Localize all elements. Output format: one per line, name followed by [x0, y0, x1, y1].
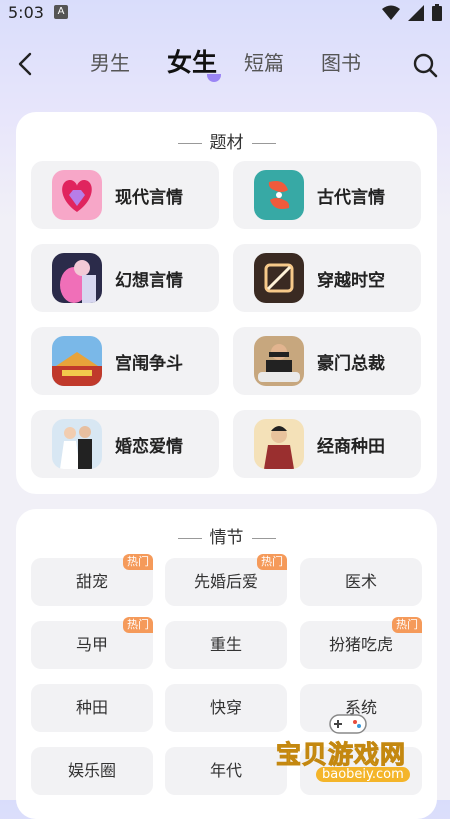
merchant-icon	[254, 419, 304, 469]
plot-tag[interactable]: 甜宠 热门	[31, 554, 153, 606]
topic-label: 豪门总裁	[317, 354, 385, 374]
plot-tag[interactable]: 扮猪吃虎 热门	[300, 617, 422, 669]
plot-tag[interactable]: 娱乐圈	[31, 747, 153, 795]
status-bar: 5:03 A	[0, 0, 450, 28]
tab-female[interactable]: 女生	[167, 46, 244, 82]
plot-tag[interactable]: 先婚后爱 热门	[165, 554, 287, 606]
plot-tag-label: 甜宠	[75, 572, 108, 591]
topic-rich-ceo[interactable]: 豪门总裁	[233, 327, 421, 395]
plot-tag-label: 医术	[344, 572, 377, 591]
watermark-text: 宝贝游戏网	[275, 740, 407, 770]
watermark-url: baobeiy.com	[316, 767, 410, 782]
wedding-couple-icon	[52, 419, 102, 469]
plot-tag[interactable]: 重生	[165, 621, 287, 669]
site-watermark: 宝贝游戏网 baobeiy.com	[270, 705, 450, 800]
plot-tag-label: 快穿	[209, 698, 242, 717]
time-portal-icon	[254, 253, 304, 303]
tab-label: 男生	[90, 51, 130, 75]
plot-tag-label: 马甲	[75, 635, 108, 654]
topic-business-farming[interactable]: 经商种田	[233, 410, 421, 478]
plot-tag[interactable]: 医术	[300, 558, 422, 606]
topics-title-text: 题材	[209, 133, 244, 153]
topic-marriage-love[interactable]: 婚恋爱情	[31, 410, 219, 478]
topic-label: 现代言情	[115, 188, 183, 208]
top-nav: 男生 女生 短篇 图书	[0, 40, 450, 90]
tab-label: 短篇	[244, 51, 284, 75]
plot-tag-label: 重生	[209, 635, 242, 654]
hot-badge: 热门	[123, 554, 153, 570]
gamepad-icon	[329, 714, 367, 734]
tab-male[interactable]: 男生	[90, 46, 167, 80]
koi-fish-icon	[254, 170, 304, 220]
plot-tag[interactable]: 快穿	[165, 684, 287, 732]
notification-a-icon: A	[54, 5, 68, 19]
tab-label: 女生	[167, 48, 218, 77]
plot-tag[interactable]: 年代	[165, 747, 287, 795]
back-arrow-icon[interactable]	[14, 52, 38, 76]
topic-label: 宫闱争斗	[115, 354, 183, 374]
heart-gem-icon	[52, 170, 102, 220]
topic-palace-intrigue[interactable]: 宫闱争斗	[31, 327, 219, 395]
topic-label: 古代言情	[317, 188, 385, 208]
plots-title: 情节	[16, 523, 437, 548]
fantasy-couple-icon	[52, 253, 102, 303]
battery-icon	[432, 4, 442, 21]
plot-tag-label: 扮猪吃虎	[328, 635, 393, 654]
active-tab-indicator	[207, 74, 221, 82]
topic-label: 穿越时空	[317, 271, 385, 291]
palace-icon	[52, 336, 102, 386]
plot-tag-label: 娱乐圈	[67, 761, 116, 780]
signal-icon	[408, 4, 424, 21]
status-time: 5:03	[8, 3, 44, 22]
plot-tag-label: 年代	[209, 761, 242, 780]
wifi-icon	[382, 5, 400, 20]
category-tabs: 男生 女生 短篇 图书	[90, 46, 398, 82]
plot-tag[interactable]: 种田	[31, 684, 153, 732]
tab-short[interactable]: 短篇	[244, 46, 321, 80]
plots-title-text: 情节	[209, 528, 244, 548]
tab-books[interactable]: 图书	[321, 46, 398, 80]
plot-tag[interactable]: 马甲 热门	[31, 617, 153, 669]
topics-title: 题材	[16, 128, 437, 153]
topic-label: 婚恋爱情	[115, 437, 183, 457]
hot-badge: 热门	[392, 617, 422, 633]
hot-badge: 热门	[123, 617, 153, 633]
plot-tag-label: 先婚后爱	[193, 572, 258, 591]
tab-label: 图书	[321, 51, 361, 75]
search-icon[interactable]	[412, 52, 438, 78]
topic-time-travel[interactable]: 穿越时空	[233, 244, 421, 312]
hot-badge: 热门	[257, 554, 287, 570]
topic-label: 经商种田	[317, 437, 385, 457]
topic-modern-romance[interactable]: 现代言情	[31, 161, 219, 229]
topic-label: 幻想言情	[115, 271, 183, 291]
plot-tag-label: 种田	[75, 698, 108, 717]
topic-fantasy-romance[interactable]: 幻想言情	[31, 244, 219, 312]
topics-card: 题材 现代言情 古代言情 幻想言情 穿越时空 宫闱争斗 豪门总裁 婚恋爱情 经商…	[16, 112, 437, 494]
ceo-car-icon	[254, 336, 304, 386]
topic-ancient-romance[interactable]: 古代言情	[233, 161, 421, 229]
